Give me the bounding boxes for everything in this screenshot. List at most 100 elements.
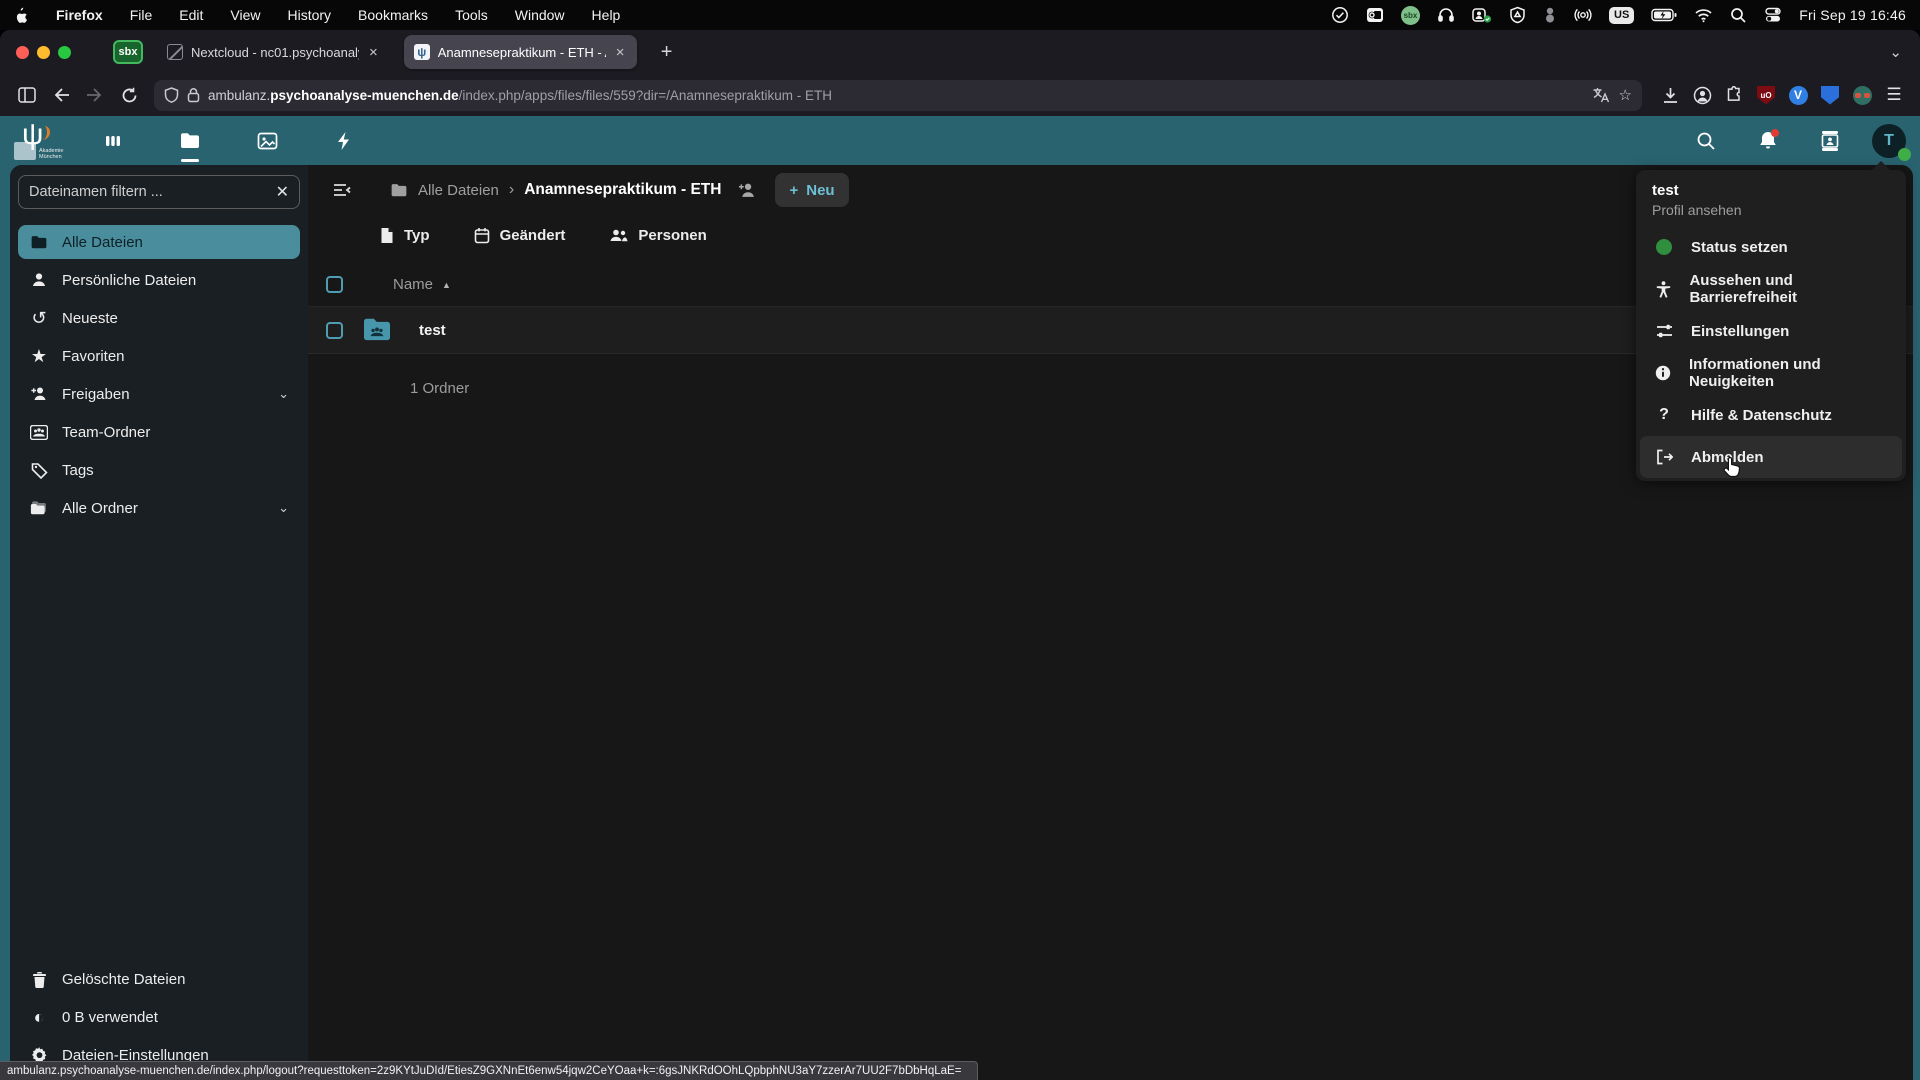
sidebar-item-geloeschte-dateien[interactable]: Gelöschte Dateien bbox=[18, 962, 300, 996]
container-badge[interactable]: sbx bbox=[113, 40, 143, 64]
accounts-icon[interactable] bbox=[1543, 6, 1557, 24]
forward-button[interactable] bbox=[80, 80, 110, 110]
sidebar-item-quota[interactable]: ◐ 0 B verwendet bbox=[18, 1000, 300, 1034]
filter-chip-personen[interactable]: Personen bbox=[609, 227, 706, 244]
tab1-favicon bbox=[167, 44, 183, 60]
menubar-item-file[interactable]: File bbox=[130, 7, 153, 23]
lock-icon[interactable] bbox=[187, 87, 200, 103]
menubar-item-window[interactable]: Window bbox=[515, 7, 565, 23]
column-header-name[interactable]: Name ▲ bbox=[393, 276, 451, 293]
nextcloud-logo[interactable]: ψ Akademie München bbox=[14, 120, 58, 162]
shared-folder-icon[interactable] bbox=[361, 317, 393, 343]
extensions-puzzle-icon[interactable] bbox=[1720, 81, 1748, 109]
menu-item-status-setzen[interactable]: Status setzen bbox=[1640, 226, 1902, 268]
tracking-shield-icon[interactable] bbox=[164, 87, 179, 104]
filter-chip-typ[interactable]: Typ bbox=[380, 227, 430, 244]
minimize-window-button[interactable] bbox=[37, 46, 50, 59]
menu-item-hilfe[interactable]: ? Hilfe & Datenschutz bbox=[1640, 394, 1902, 436]
sidebar-item-neueste[interactable]: ↺ Neueste bbox=[18, 301, 300, 335]
filename-filter-box[interactable]: ✕ bbox=[18, 175, 300, 209]
menubar-item-view[interactable]: View bbox=[230, 7, 260, 23]
clear-filter-icon[interactable]: ✕ bbox=[276, 182, 289, 202]
tab-anamnesepraktikum[interactable]: ψ Anamnesepraktikum - ETH - Alle × bbox=[404, 35, 637, 69]
bookmark-star-icon[interactable]: ☆ bbox=[1619, 86, 1632, 104]
menubar-item-bookmarks[interactable]: Bookmarks bbox=[358, 7, 428, 23]
breadcrumb-current[interactable]: Anamnesepraktikum - ETH bbox=[524, 181, 721, 199]
chevron-down-icon[interactable]: ⌄ bbox=[278, 386, 289, 402]
app-files-icon[interactable] bbox=[165, 116, 215, 165]
app-dashboard-icon[interactable] bbox=[88, 116, 138, 165]
list-all-tabs-icon[interactable]: ⌄ bbox=[1889, 43, 1902, 61]
nextcloud-header: ψ Akademie München bbox=[0, 116, 1920, 165]
menubar-item-firefox[interactable]: Firefox bbox=[56, 7, 103, 23]
tab-nextcloud[interactable]: Nextcloud - nc01.psychoanalyse × bbox=[157, 35, 390, 69]
menubar-clock[interactable]: Fri Sep 19 16:46 bbox=[1799, 7, 1906, 23]
view-profile-link[interactable]: Profil ansehen bbox=[1652, 202, 1890, 218]
sidebar-item-persoenliche-dateien[interactable]: Persönliche Dateien bbox=[18, 263, 300, 297]
menubar-item-history[interactable]: History bbox=[287, 7, 331, 23]
menubar-item-tools[interactable]: Tools bbox=[455, 7, 488, 23]
bitwarden-icon[interactable] bbox=[1816, 81, 1844, 109]
apple-menu-icon[interactable] bbox=[14, 6, 29, 24]
new-button[interactable]: + Neu bbox=[775, 173, 848, 207]
downloads-icon[interactable] bbox=[1656, 81, 1684, 109]
row-checkbox[interactable] bbox=[326, 322, 343, 339]
menu-item-informationen[interactable]: Informationen und Neuigkeiten bbox=[1640, 352, 1902, 394]
ublock-icon[interactable]: uO bbox=[1752, 81, 1780, 109]
headset-icon[interactable] bbox=[1437, 6, 1455, 24]
sbx-status-icon[interactable]: sbx bbox=[1401, 6, 1420, 25]
app-activity-icon[interactable] bbox=[319, 116, 369, 165]
back-button[interactable] bbox=[46, 80, 76, 110]
reload-button[interactable] bbox=[114, 80, 144, 110]
user-menu-header[interactable]: test Profil ansehen bbox=[1636, 170, 1906, 226]
wifi-icon[interactable] bbox=[1694, 6, 1713, 24]
filename-filter-input[interactable] bbox=[29, 184, 268, 200]
control-center-icon[interactable] bbox=[1764, 6, 1782, 24]
vimium-icon[interactable]: V bbox=[1784, 81, 1812, 109]
outlook-icon[interactable] bbox=[1366, 6, 1384, 24]
collapse-sidebar-icon[interactable] bbox=[324, 172, 360, 208]
zoom-window-button[interactable] bbox=[58, 46, 71, 59]
app-menu-icon[interactable]: ☰ bbox=[1880, 81, 1908, 109]
menubar-item-help[interactable]: Help bbox=[592, 7, 621, 23]
spotlight-icon[interactable] bbox=[1730, 6, 1747, 24]
sidebar-item-favoriten[interactable]: ★ Favoriten bbox=[18, 339, 300, 373]
sidebar-item-tags[interactable]: Tags bbox=[18, 453, 300, 487]
menu-item-einstellungen[interactable]: Einstellungen bbox=[1640, 310, 1902, 352]
teams-icon[interactable] bbox=[1472, 6, 1492, 24]
sidebar-item-alle-ordner[interactable]: Alle Ordner ⌄ bbox=[18, 491, 300, 525]
menu-item-abmelden[interactable]: Abmelden bbox=[1640, 436, 1902, 478]
sidebar-item-alle-dateien[interactable]: Alle Dateien bbox=[18, 225, 300, 259]
breadcrumb-root[interactable]: Alle Dateien bbox=[390, 182, 499, 199]
new-tab-button[interactable]: + bbox=[653, 38, 681, 66]
filter-chip-geaendert[interactable]: Geändert bbox=[474, 227, 566, 244]
monkey-face-icon[interactable] bbox=[1848, 81, 1876, 109]
sidebar-item-freigaben[interactable]: Freigaben ⌄ bbox=[18, 377, 300, 411]
battery-icon[interactable] bbox=[1651, 6, 1677, 24]
share-folder-icon[interactable] bbox=[737, 182, 757, 199]
menu-item-aussehen[interactable]: Aussehen und Barrierefreiheit bbox=[1640, 268, 1902, 310]
account-icon[interactable] bbox=[1688, 81, 1716, 109]
shield-icon[interactable] bbox=[1509, 6, 1526, 24]
close-window-button[interactable] bbox=[16, 46, 29, 59]
translate-icon[interactable] bbox=[1592, 87, 1611, 103]
keyboard-layout-indicator[interactable]: US bbox=[1609, 7, 1634, 24]
menubar-item-edit[interactable]: Edit bbox=[179, 7, 203, 23]
sidebar-item-team-ordner[interactable]: Team-Ordner bbox=[18, 415, 300, 449]
check-circle-icon[interactable] bbox=[1331, 6, 1349, 24]
app-photos-icon[interactable] bbox=[242, 116, 292, 165]
tab1-close-icon[interactable]: × bbox=[367, 44, 380, 61]
contacts-icon[interactable] bbox=[1810, 121, 1850, 161]
notifications-bell-icon[interactable] bbox=[1748, 121, 1788, 161]
folders-icon bbox=[29, 500, 49, 516]
sidebar-toggle-icon[interactable] bbox=[12, 80, 42, 110]
unified-search-icon[interactable] bbox=[1686, 121, 1726, 161]
tab2-close-icon[interactable]: × bbox=[614, 44, 627, 61]
avatar-button[interactable]: T bbox=[1872, 124, 1906, 158]
chevron-down-icon[interactable]: ⌄ bbox=[278, 500, 289, 516]
url-text[interactable]: ambulanz.psychoanalyse-muenchen.de/index… bbox=[208, 88, 1584, 103]
file-name[interactable]: test bbox=[419, 322, 446, 339]
url-bar[interactable]: ambulanz.psychoanalyse-muenchen.de/index… bbox=[154, 80, 1642, 111]
select-all-checkbox[interactable] bbox=[326, 276, 343, 293]
airdrop-icon[interactable] bbox=[1574, 6, 1592, 24]
